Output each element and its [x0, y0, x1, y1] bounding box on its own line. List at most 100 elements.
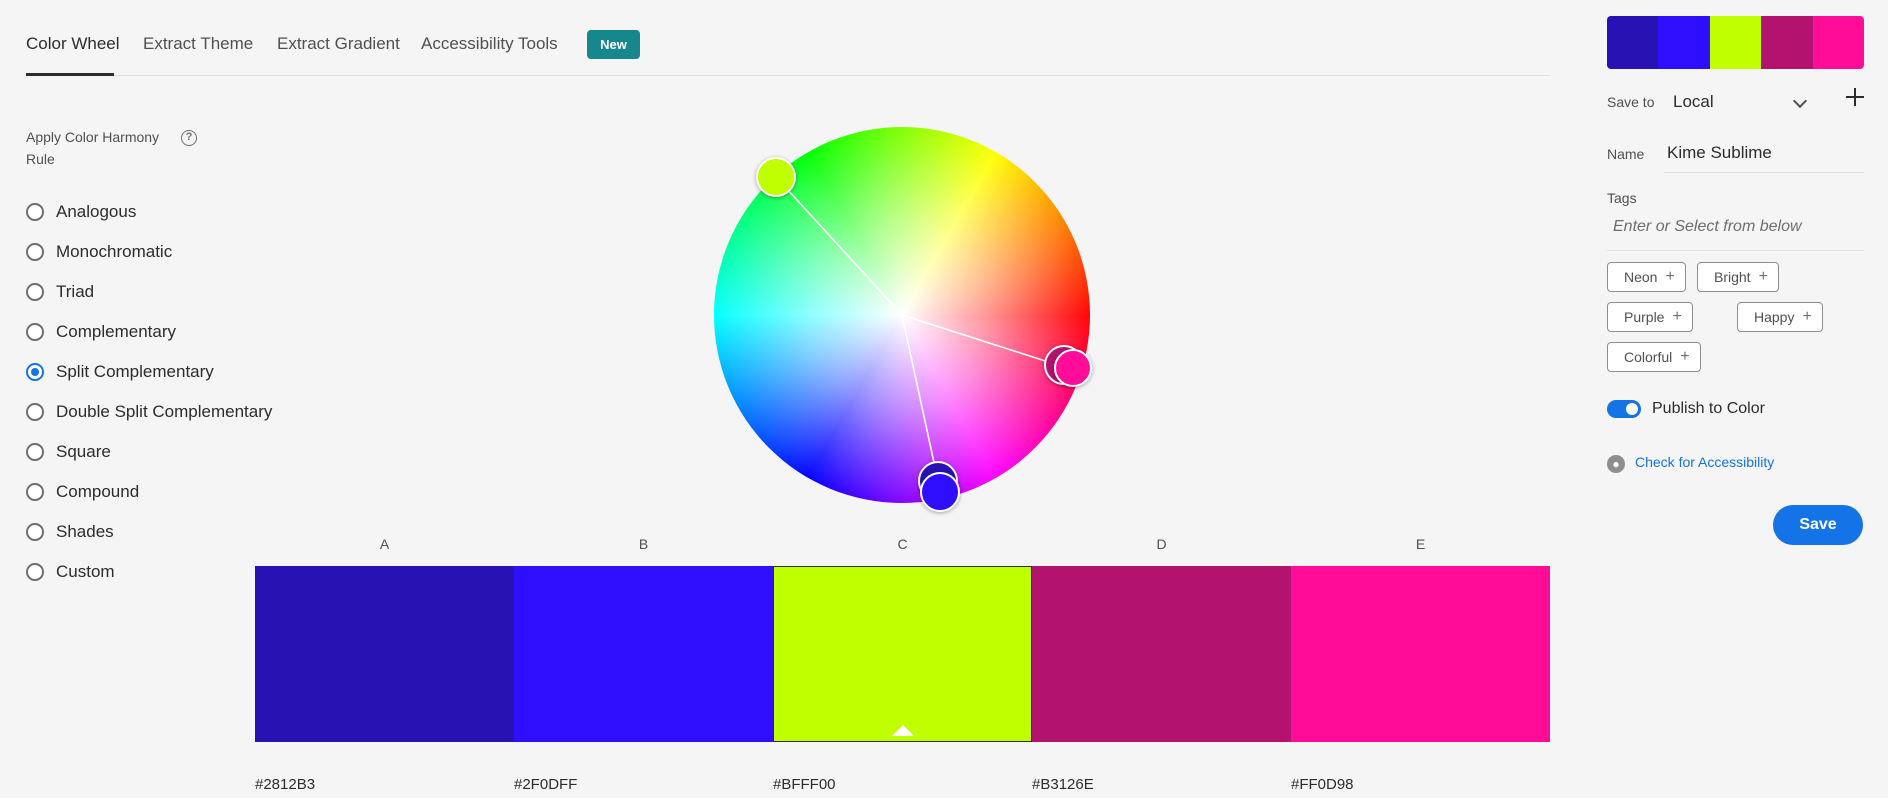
hex-value-e[interactable]: #FF0D98 [1291, 776, 1354, 793]
hex-value-b[interactable]: #2F0DFF [514, 776, 577, 793]
swatch-b[interactable] [514, 566, 773, 742]
plus-icon: + [1665, 268, 1675, 285]
hex-value-a[interactable]: #2812B3 [255, 776, 315, 793]
selected-caret-icon [891, 725, 914, 736]
swatch-e[interactable] [1291, 566, 1550, 742]
tags-label: Tags [1607, 190, 1637, 206]
publish-toggle[interactable] [1607, 400, 1641, 418]
tab-accessibility-tools[interactable]: Accessibility Tools [421, 34, 558, 54]
swatch-row [255, 566, 1550, 742]
rule-label: Compound [56, 482, 140, 501]
handle-b[interactable] [920, 472, 960, 512]
help-icon[interactable]: ? [181, 130, 197, 146]
radio-button[interactable] [26, 443, 44, 461]
preview-swatch-e [1812, 16, 1864, 69]
column-label-e: E [1415, 536, 1426, 552]
handle-c[interactable] [756, 157, 796, 197]
tab-extract-theme[interactable]: Extract Theme [143, 34, 253, 54]
preview-swatch-b [1658, 16, 1710, 69]
radio-button[interactable] [26, 323, 44, 341]
plus-icon: + [1672, 308, 1682, 325]
rule-square[interactable]: Square [26, 432, 272, 472]
tag-label: Bright [1714, 269, 1751, 285]
column-label-d: D [1156, 536, 1167, 552]
theme-preview [1607, 16, 1864, 69]
harmony-rule-title: Apply Color Harmony Rule [26, 129, 160, 167]
rule-custom[interactable]: Custom [26, 552, 272, 592]
rule-label: Complementary [56, 322, 176, 341]
rule-complementary[interactable]: Complementary [26, 312, 272, 352]
save-to-select[interactable]: Local [1673, 92, 1714, 112]
line-c [775, 176, 903, 316]
column-label-b: B [638, 536, 649, 552]
rule-triad[interactable]: Triad [26, 272, 272, 312]
plus-icon: + [1802, 308, 1812, 325]
publish-label: Publish to Color [1652, 400, 1765, 417]
save-button[interactable]: Save [1773, 505, 1863, 545]
handle-e[interactable] [1054, 349, 1092, 387]
chevron-down-icon[interactable] [1792, 93, 1808, 109]
rule-analogous[interactable]: Analogous [26, 192, 272, 232]
tags-input[interactable]: Enter or Select from below [1613, 218, 1853, 236]
tag-colorful[interactable]: Colorful + [1607, 342, 1701, 372]
rule-label: Triad [56, 282, 95, 301]
theme-name-input[interactable]: Kime Sublime [1667, 143, 1772, 163]
tab-extract-gradient[interactable]: Extract Gradient [277, 34, 400, 54]
preview-swatch-a [1607, 16, 1659, 69]
rule-split-complementary[interactable]: Split Complementary [26, 352, 272, 392]
rule-label: Custom [56, 562, 115, 581]
rule-label: Split Complementary [56, 362, 214, 381]
hex-value-c[interactable]: #BFFF00 [773, 776, 836, 793]
radio-button[interactable] [26, 563, 44, 581]
radio-button[interactable] [26, 203, 44, 221]
radio-button[interactable] [26, 283, 44, 301]
tag-purple[interactable]: Purple + [1607, 302, 1693, 332]
rule-label: Monochromatic [56, 242, 173, 261]
accessibility-icon: ● [1607, 455, 1625, 473]
mode-tabs: Color Wheel Extract Theme Extract Gradie… [26, 0, 1550, 76]
tag-label: Colorful [1624, 349, 1673, 365]
radio-button[interactable] [26, 523, 44, 541]
tab-color-wheel[interactable]: Color Wheel [26, 34, 120, 54]
save-to-label: Save to [1607, 94, 1655, 110]
tag-label: Happy [1754, 309, 1795, 325]
rule-label: Analogous [56, 202, 137, 221]
rule-compound[interactable]: Compound [26, 472, 272, 512]
preview-swatch-d [1761, 16, 1813, 69]
rule-label: Square [56, 442, 111, 461]
tag-label: Purple [1624, 309, 1665, 325]
add-library-icon[interactable] [1846, 88, 1864, 106]
plus-icon: + [1758, 268, 1768, 285]
radio-button[interactable] [26, 403, 44, 421]
rule-label: Shades [56, 522, 114, 541]
radio-button[interactable] [26, 243, 44, 261]
tag-neon[interactable]: Neon + [1607, 262, 1686, 292]
color-wheel[interactable] [714, 127, 1092, 512]
preview-swatch-c [1709, 16, 1762, 69]
harmony-rule-list: Analogous Monochromatic Triad Complementary… [26, 192, 272, 592]
tag-happy[interactable]: Happy + [1737, 302, 1823, 332]
rule-double-split-complementary[interactable]: Double Split Complementary [26, 392, 272, 432]
check-accessibility-link[interactable]: Check for Accessibility [1635, 454, 1774, 470]
line-b [901, 314, 939, 482]
column-label-c: C [897, 536, 908, 552]
line-d [901, 314, 1065, 368]
swatch-a[interactable] [255, 566, 514, 742]
swatch-d[interactable] [1032, 566, 1291, 742]
rule-label: Double Split Complementary [56, 402, 273, 421]
radio-button[interactable] [26, 363, 44, 381]
active-tab-indicator [26, 73, 114, 76]
name-label: Name [1607, 146, 1645, 162]
new-badge: New [587, 30, 640, 59]
name-underline [1664, 172, 1864, 173]
rule-shades[interactable]: Shades [26, 512, 272, 552]
rule-monochromatic[interactable]: Monochromatic [26, 232, 272, 272]
hex-value-d[interactable]: #B3126E [1032, 776, 1094, 793]
radio-button[interactable] [26, 483, 44, 501]
swatch-c[interactable] [773, 566, 1032, 742]
tags-underline [1607, 250, 1864, 251]
column-label-a: A [379, 536, 390, 552]
plus-icon: + [1680, 348, 1690, 365]
tag-label: Neon [1624, 269, 1658, 285]
tag-bright[interactable]: Bright + [1697, 262, 1779, 292]
